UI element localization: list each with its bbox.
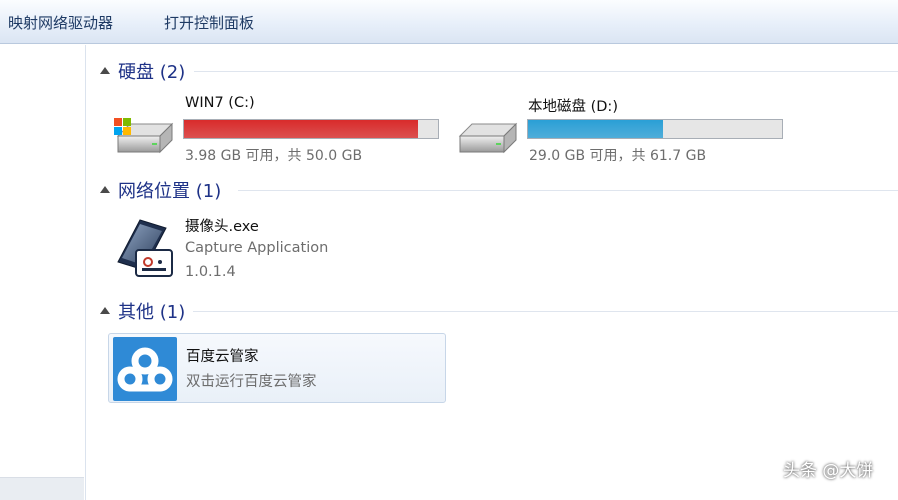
drive-usage-fill: [184, 120, 418, 138]
drive-usage-bar: [527, 119, 783, 139]
collapse-triangle-icon[interactable]: [100, 67, 110, 74]
group-header-hard-disks[interactable]: 硬盘 (2): [98, 58, 898, 84]
other-item-baidu-cloud[interactable]: 百度云管家 双击运行百度云管家: [108, 333, 446, 403]
drive-usage-bar: [183, 119, 439, 139]
app-description: Capture Application: [185, 240, 329, 256]
hard-drive-icon: [458, 122, 518, 154]
drive-name: WIN7 (C:): [185, 95, 255, 111]
group-divider: [194, 71, 898, 72]
app-version: 1.0.1.4: [185, 264, 236, 280]
open-control-panel-button[interactable]: 打开控制面板: [164, 12, 254, 33]
group-divider: [238, 190, 898, 191]
baidu-cloud-icon: [113, 337, 177, 401]
collapse-triangle-icon[interactable]: [100, 186, 110, 193]
group-header-network[interactable]: 网络位置 (1): [98, 177, 898, 203]
group-title: 其他 (1): [118, 302, 186, 323]
drive-space-info: 29.0 GB 可用，共 61.7 GB: [529, 148, 707, 164]
group-title: 网络位置 (1): [118, 181, 222, 202]
map-network-drive-button[interactable]: 映射网络驱动器: [8, 12, 113, 33]
app-title: 百度云管家: [186, 349, 259, 365]
group-divider: [193, 311, 898, 312]
drive-usage-fill: [528, 120, 663, 138]
watermark: 头条 @大饼: [783, 461, 874, 481]
group-header-other[interactable]: 其他 (1): [98, 298, 898, 324]
windows-drive-icon: [114, 118, 174, 154]
app-description: 双击运行百度云管家: [186, 374, 317, 390]
app-title: 摄像头.exe: [185, 219, 259, 235]
collapse-triangle-icon[interactable]: [100, 307, 110, 314]
navigation-selected-item[interactable]: [0, 477, 84, 500]
drive-space-info: 3.98 GB 可用，共 50.0 GB: [185, 148, 363, 164]
navigation-pane[interactable]: [0, 45, 86, 500]
group-title: 硬盘 (2): [118, 62, 186, 83]
camera-app-icon: [117, 219, 173, 277]
drive-name: 本地磁盘 (D:): [528, 99, 618, 115]
command-bar: 映射网络驱动器 打开控制面板: [0, 0, 898, 44]
